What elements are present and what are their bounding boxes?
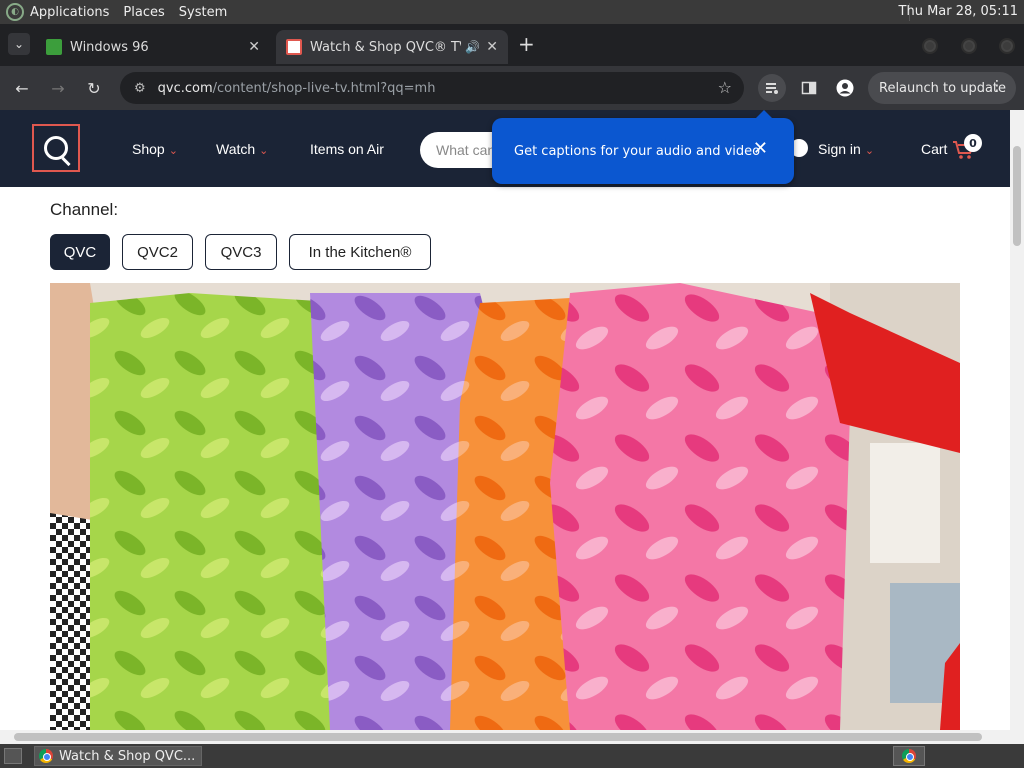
chevron-down-icon: ⌄ [259, 145, 269, 157]
sign-in-link[interactable]: Sign in ⌄ [818, 141, 874, 157]
reload-icon[interactable]: ↻ [82, 76, 106, 100]
menu-dots-icon[interactable]: ⋮ [990, 78, 1004, 94]
close-tab-icon[interactable]: ✕ [248, 39, 260, 55]
scrollbar-thumb[interactable] [1013, 146, 1021, 246]
site-info-icon[interactable]: ⚙ [134, 81, 146, 96]
close-window-icon[interactable] [999, 38, 1015, 54]
taskbar-window-button[interactable]: Watch & Shop QVC... [34, 746, 202, 766]
windows-96-favicon-icon [46, 39, 62, 55]
maximize-window-icon[interactable] [961, 38, 977, 54]
media-controls-button[interactable] [758, 74, 786, 102]
browser-tabstrip: ⌄ Windows 96 ✕ Watch & Shop QVC® TV - 🔊 … [0, 24, 1024, 66]
chevron-down-icon: ⌄ [864, 145, 875, 157]
bookmark-star-icon[interactable]: ☆ [718, 78, 732, 97]
channel-qvc-button[interactable]: QVC [50, 234, 110, 270]
scrollbar-thumb[interactable] [14, 733, 982, 741]
close-tab-icon[interactable]: ✕ [486, 39, 498, 55]
cart-link[interactable]: Cart [921, 141, 947, 157]
close-icon[interactable]: ✕ [753, 138, 768, 159]
nav-shop[interactable]: Shop ⌄ [132, 141, 178, 157]
nav-watch[interactable]: Watch ⌄ [216, 141, 268, 157]
channel-in-the-kitchen-button[interactable]: In the Kitchen® [289, 234, 431, 270]
relaunch-label: Relaunch to update [879, 80, 1007, 96]
captions-popup-text: Get captions for your audio and video [514, 143, 761, 159]
tab-windows-96[interactable]: Windows 96 ✕ [36, 30, 270, 64]
workspace-switcher[interactable] [893, 746, 925, 766]
forward-arrow-icon[interactable]: → [46, 76, 70, 100]
channel-qvc2-button[interactable]: QVC2 [122, 234, 193, 270]
chrome-icon [39, 749, 53, 763]
menu-applications[interactable]: Applications [30, 5, 109, 20]
live-video-player[interactable] [50, 283, 960, 730]
tab-title: Watch & Shop QVC® TV - [310, 39, 462, 55]
tab-title: Windows 96 [70, 39, 149, 55]
qvc-favicon-icon [286, 39, 302, 55]
taskbar-window-title: Watch & Shop QVC... [59, 748, 196, 764]
live-captions-popup[interactable]: Get captions for your audio and video ✕ [492, 110, 794, 184]
os-logo-icon[interactable]: ◐ [6, 3, 24, 21]
tab-qvc[interactable]: Watch & Shop QVC® TV - 🔊 ✕ [276, 30, 508, 64]
address-bar[interactable]: ⚙ qvc.com/content/shop-live-tv.html?qq=m… [120, 72, 744, 104]
url-path: /content/shop-live-tv.html?qq=mh [212, 80, 436, 96]
media-queue-icon [766, 83, 778, 94]
relaunch-button[interactable]: Relaunch to update ⋮ [868, 72, 1016, 104]
browser-toolbar: ← → ↻ ⚙ qvc.com/content/shop-live-tv.htm… [0, 66, 1024, 110]
audio-playing-icon[interactable]: 🔊 [465, 40, 480, 54]
minimize-window-icon[interactable] [922, 38, 938, 54]
horizontal-scrollbar[interactable] [0, 730, 1024, 744]
nav-items-on-air[interactable]: Items on Air [310, 141, 384, 157]
clock[interactable]: Thu Mar 28, 05:11 [899, 4, 1018, 19]
url-host: qvc.com [157, 80, 213, 96]
tab-search-button[interactable]: ⌄ [8, 33, 30, 55]
side-panel-icon[interactable] [797, 76, 821, 100]
channel-qvc3-button[interactable]: QVC3 [205, 234, 277, 270]
show-desktop-icon[interactable] [4, 748, 22, 764]
qvc-logo[interactable] [32, 124, 80, 172]
chrome-icon [902, 749, 916, 763]
cart-count-badge: 0 [964, 134, 982, 152]
os-taskbar: Watch & Shop QVC... [0, 744, 1024, 768]
page-viewport: Shop ⌄ Watch ⌄ Items on Air What can Sign … [0, 110, 1010, 730]
back-arrow-icon[interactable]: ← [10, 76, 34, 100]
menu-system[interactable]: System [179, 5, 227, 20]
video-frame-image [50, 283, 960, 730]
os-top-bar: ◐ Applications Places System Thu Mar 28,… [0, 0, 1024, 24]
chevron-down-icon: ⌄ [168, 145, 178, 157]
new-tab-button[interactable]: + [518, 34, 535, 54]
channel-label: Channel: [50, 200, 119, 219]
profile-avatar-icon[interactable] [833, 76, 857, 100]
vertical-scrollbar[interactable] [1010, 110, 1024, 730]
menu-places[interactable]: Places [123, 5, 164, 20]
